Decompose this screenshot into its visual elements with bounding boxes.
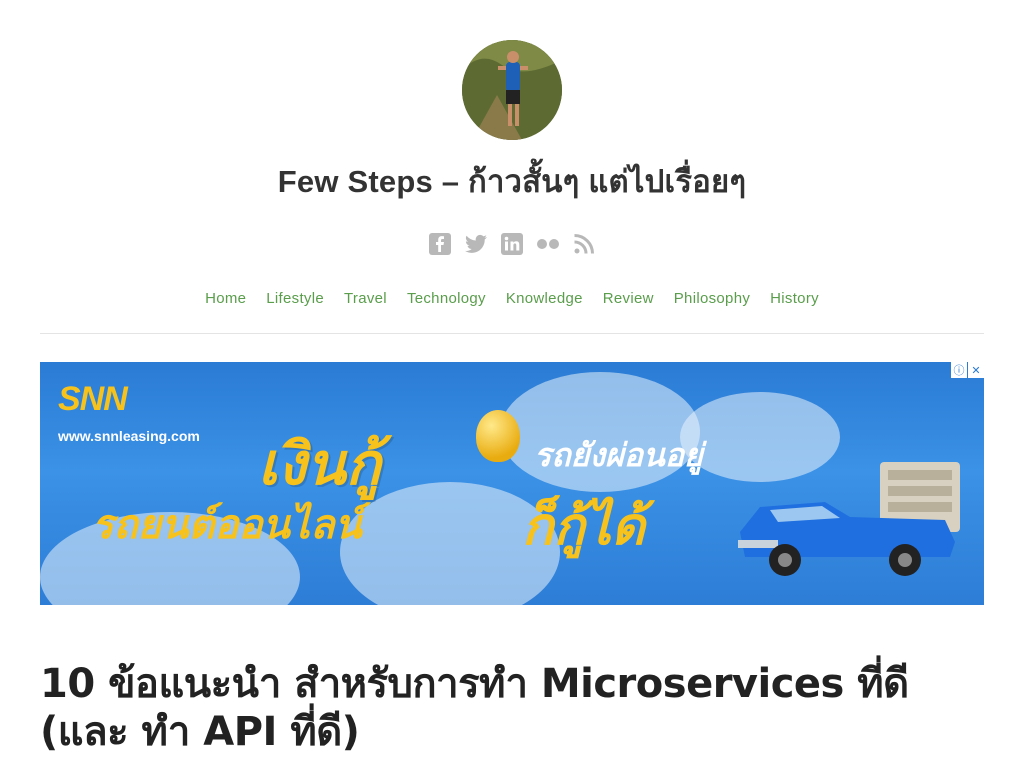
nav-technology[interactable]: Technology [407,290,486,307]
main-nav: Home Lifestyle Travel Technology Knowled… [0,290,1024,307]
site-avatar[interactable] [462,40,562,140]
rss-icon[interactable] [572,232,596,256]
ad-controls: ⓘ ✕ [951,362,984,378]
nav-history[interactable]: History [770,290,819,307]
nav-knowledge[interactable]: Knowledge [506,290,583,307]
twitter-icon[interactable] [464,232,488,256]
runner-photo [462,40,562,140]
nav-home[interactable]: Home [205,290,246,307]
ad-headline-right: รถยังผ่อนอยู่ [534,436,703,474]
site-title[interactable]: Few Steps – ก้าวสั้นๆ แต่ไปเรื่อยๆ [0,156,1024,206]
facebook-icon[interactable] [428,232,452,256]
flickr-icon[interactable] [536,232,560,256]
ad-info-icon[interactable]: ⓘ [951,362,967,378]
nav-philosophy[interactable]: Philosophy [674,290,750,307]
social-links [0,232,1024,256]
balloon-icon [476,410,520,462]
header-divider [40,333,984,334]
ad-url: www.snnleasing.com [58,428,200,444]
post-title[interactable]: 10 ข้อแนะนำ สำหรับการทำ Microservices ที… [40,660,984,756]
nav-travel[interactable]: Travel [344,290,387,307]
linkedin-icon[interactable] [500,232,524,256]
ad-close-icon[interactable]: ✕ [968,362,984,378]
pickup-truck-image [738,462,960,576]
ad-logo: SNN [58,380,128,418]
ad-headline-sub: รถยนต์ออนไลน์ [92,502,362,548]
nav-review[interactable]: Review [603,290,654,307]
ad-headline-cta: ก็กู้ได้ [522,497,645,557]
nav-lifestyle[interactable]: Lifestyle [266,290,324,307]
ad-banner[interactable]: SNN www.snnleasing.com เงินกู้ รถยนต์ออน… [40,362,984,605]
